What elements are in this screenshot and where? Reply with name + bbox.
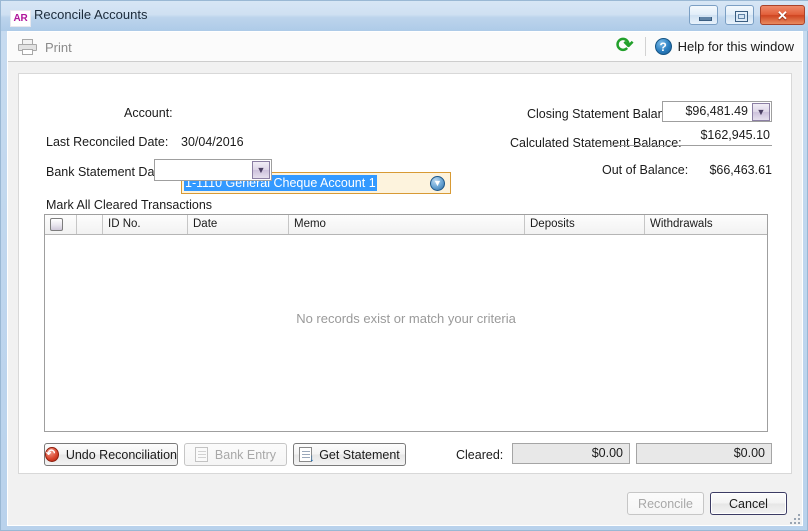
- help-link-label[interactable]: Help for this window: [678, 39, 794, 54]
- closing-balance-chevron-down-icon[interactable]: ▼: [752, 103, 770, 121]
- account-label: Account:: [124, 106, 173, 120]
- maximize-button[interactable]: [724, 5, 754, 25]
- grid-header-select-all[interactable]: [45, 215, 77, 234]
- reconcile-accounts-window: AR Reconcile Accounts ✕ Print ⟳ ? Help f…: [0, 0, 808, 531]
- undo-reconciliation-label: Undo Reconciliation: [65, 447, 177, 462]
- refresh-icon[interactable]: ⟳: [614, 35, 636, 57]
- cleared-withdrawals-field: $0.00: [636, 443, 772, 464]
- print-button-label: Print: [45, 39, 72, 55]
- document-download-icon: ↓: [299, 447, 314, 464]
- bank-statement-date-label: Bank Statement Date:: [46, 165, 169, 179]
- transactions-grid: ID No. Date Memo Deposits Withdrawals No…: [44, 214, 768, 432]
- bank-entry-label: Bank Entry: [214, 447, 277, 462]
- minimize-icon: [699, 17, 713, 21]
- app-badge-icon: AR: [10, 10, 31, 27]
- help-icon[interactable]: ?: [654, 37, 672, 55]
- bank-statement-date-chevron-down-icon[interactable]: ▼: [252, 161, 270, 179]
- bank-statement-date-input[interactable]: ▼: [154, 159, 272, 181]
- document-icon: [194, 447, 208, 462]
- mark-all-cleared-label: Mark All Cleared Transactions: [46, 198, 213, 212]
- cleared-deposits-field: $0.00: [512, 443, 630, 464]
- toolbar-separator: [644, 36, 646, 56]
- resize-grip[interactable]: [790, 514, 802, 526]
- minimize-button[interactable]: [689, 5, 719, 25]
- grid-header-date[interactable]: Date: [188, 215, 289, 234]
- last-reconciled-value: 30/04/2016: [181, 135, 244, 149]
- get-statement-button[interactable]: ↓ Get Statement: [293, 443, 406, 466]
- content-panel: Account: 1-1110 General Cheque Account 1…: [18, 73, 792, 474]
- undo-circle-icon: ↶: [45, 447, 59, 462]
- print-button[interactable]: Print: [18, 36, 72, 58]
- closing-statement-balance-value: $96,481.49: [685, 104, 748, 118]
- grid-header-memo[interactable]: Memo: [289, 215, 525, 234]
- cancel-button[interactable]: Cancel: [710, 492, 787, 515]
- cleared-label: Cleared:: [456, 448, 504, 462]
- toolbar: Print ⟳ ? Help for this window: [8, 32, 802, 62]
- calculated-statement-balance-value: $162,945.10: [700, 128, 770, 142]
- close-icon: ✕: [777, 8, 788, 23]
- account-dropdown-icon[interactable]: ▼: [430, 176, 445, 191]
- grid-header-id-no[interactable]: ID No.: [103, 215, 188, 234]
- bank-entry-button[interactable]: Bank Entry: [184, 443, 287, 466]
- get-statement-label: Get Statement: [319, 447, 400, 462]
- out-of-balance-label: Out of Balance:: [602, 163, 689, 177]
- undo-reconciliation-button[interactable]: ↶ Undo Reconciliation: [44, 443, 178, 466]
- last-reconciled-label: Last Reconciled Date:: [46, 135, 169, 149]
- closing-statement-balance-input[interactable]: $96,481.49 ▼: [662, 101, 772, 122]
- grid-header-withdrawals[interactable]: Withdrawals: [645, 215, 767, 234]
- toolbar-right-group: ⟳ ? Help for this window: [614, 35, 794, 57]
- calculated-statement-balance-value-wrap: $162,945.10: [610, 128, 772, 146]
- closing-statement-balance-label: Closing Statement Balance:: [527, 107, 682, 121]
- close-button[interactable]: ✕: [760, 5, 805, 25]
- grid-header-deposits[interactable]: Deposits: [525, 215, 645, 234]
- out-of-balance-value: $66,463.61: [709, 163, 772, 177]
- grid-empty-message: No records exist or match your criteria: [296, 311, 516, 326]
- reconcile-button[interactable]: Reconcile: [627, 492, 704, 515]
- maximize-icon: [734, 11, 748, 22]
- grid-header-row: ID No. Date Memo Deposits Withdrawals: [45, 215, 767, 235]
- title-bar: AR Reconcile Accounts ✕: [1, 1, 808, 31]
- printer-icon: [18, 39, 37, 55]
- select-all-checkbox[interactable]: [50, 218, 63, 231]
- grid-header-flag[interactable]: [77, 215, 103, 234]
- window-controls: ✕: [687, 5, 805, 26]
- window-title: Reconcile Accounts: [34, 7, 148, 22]
